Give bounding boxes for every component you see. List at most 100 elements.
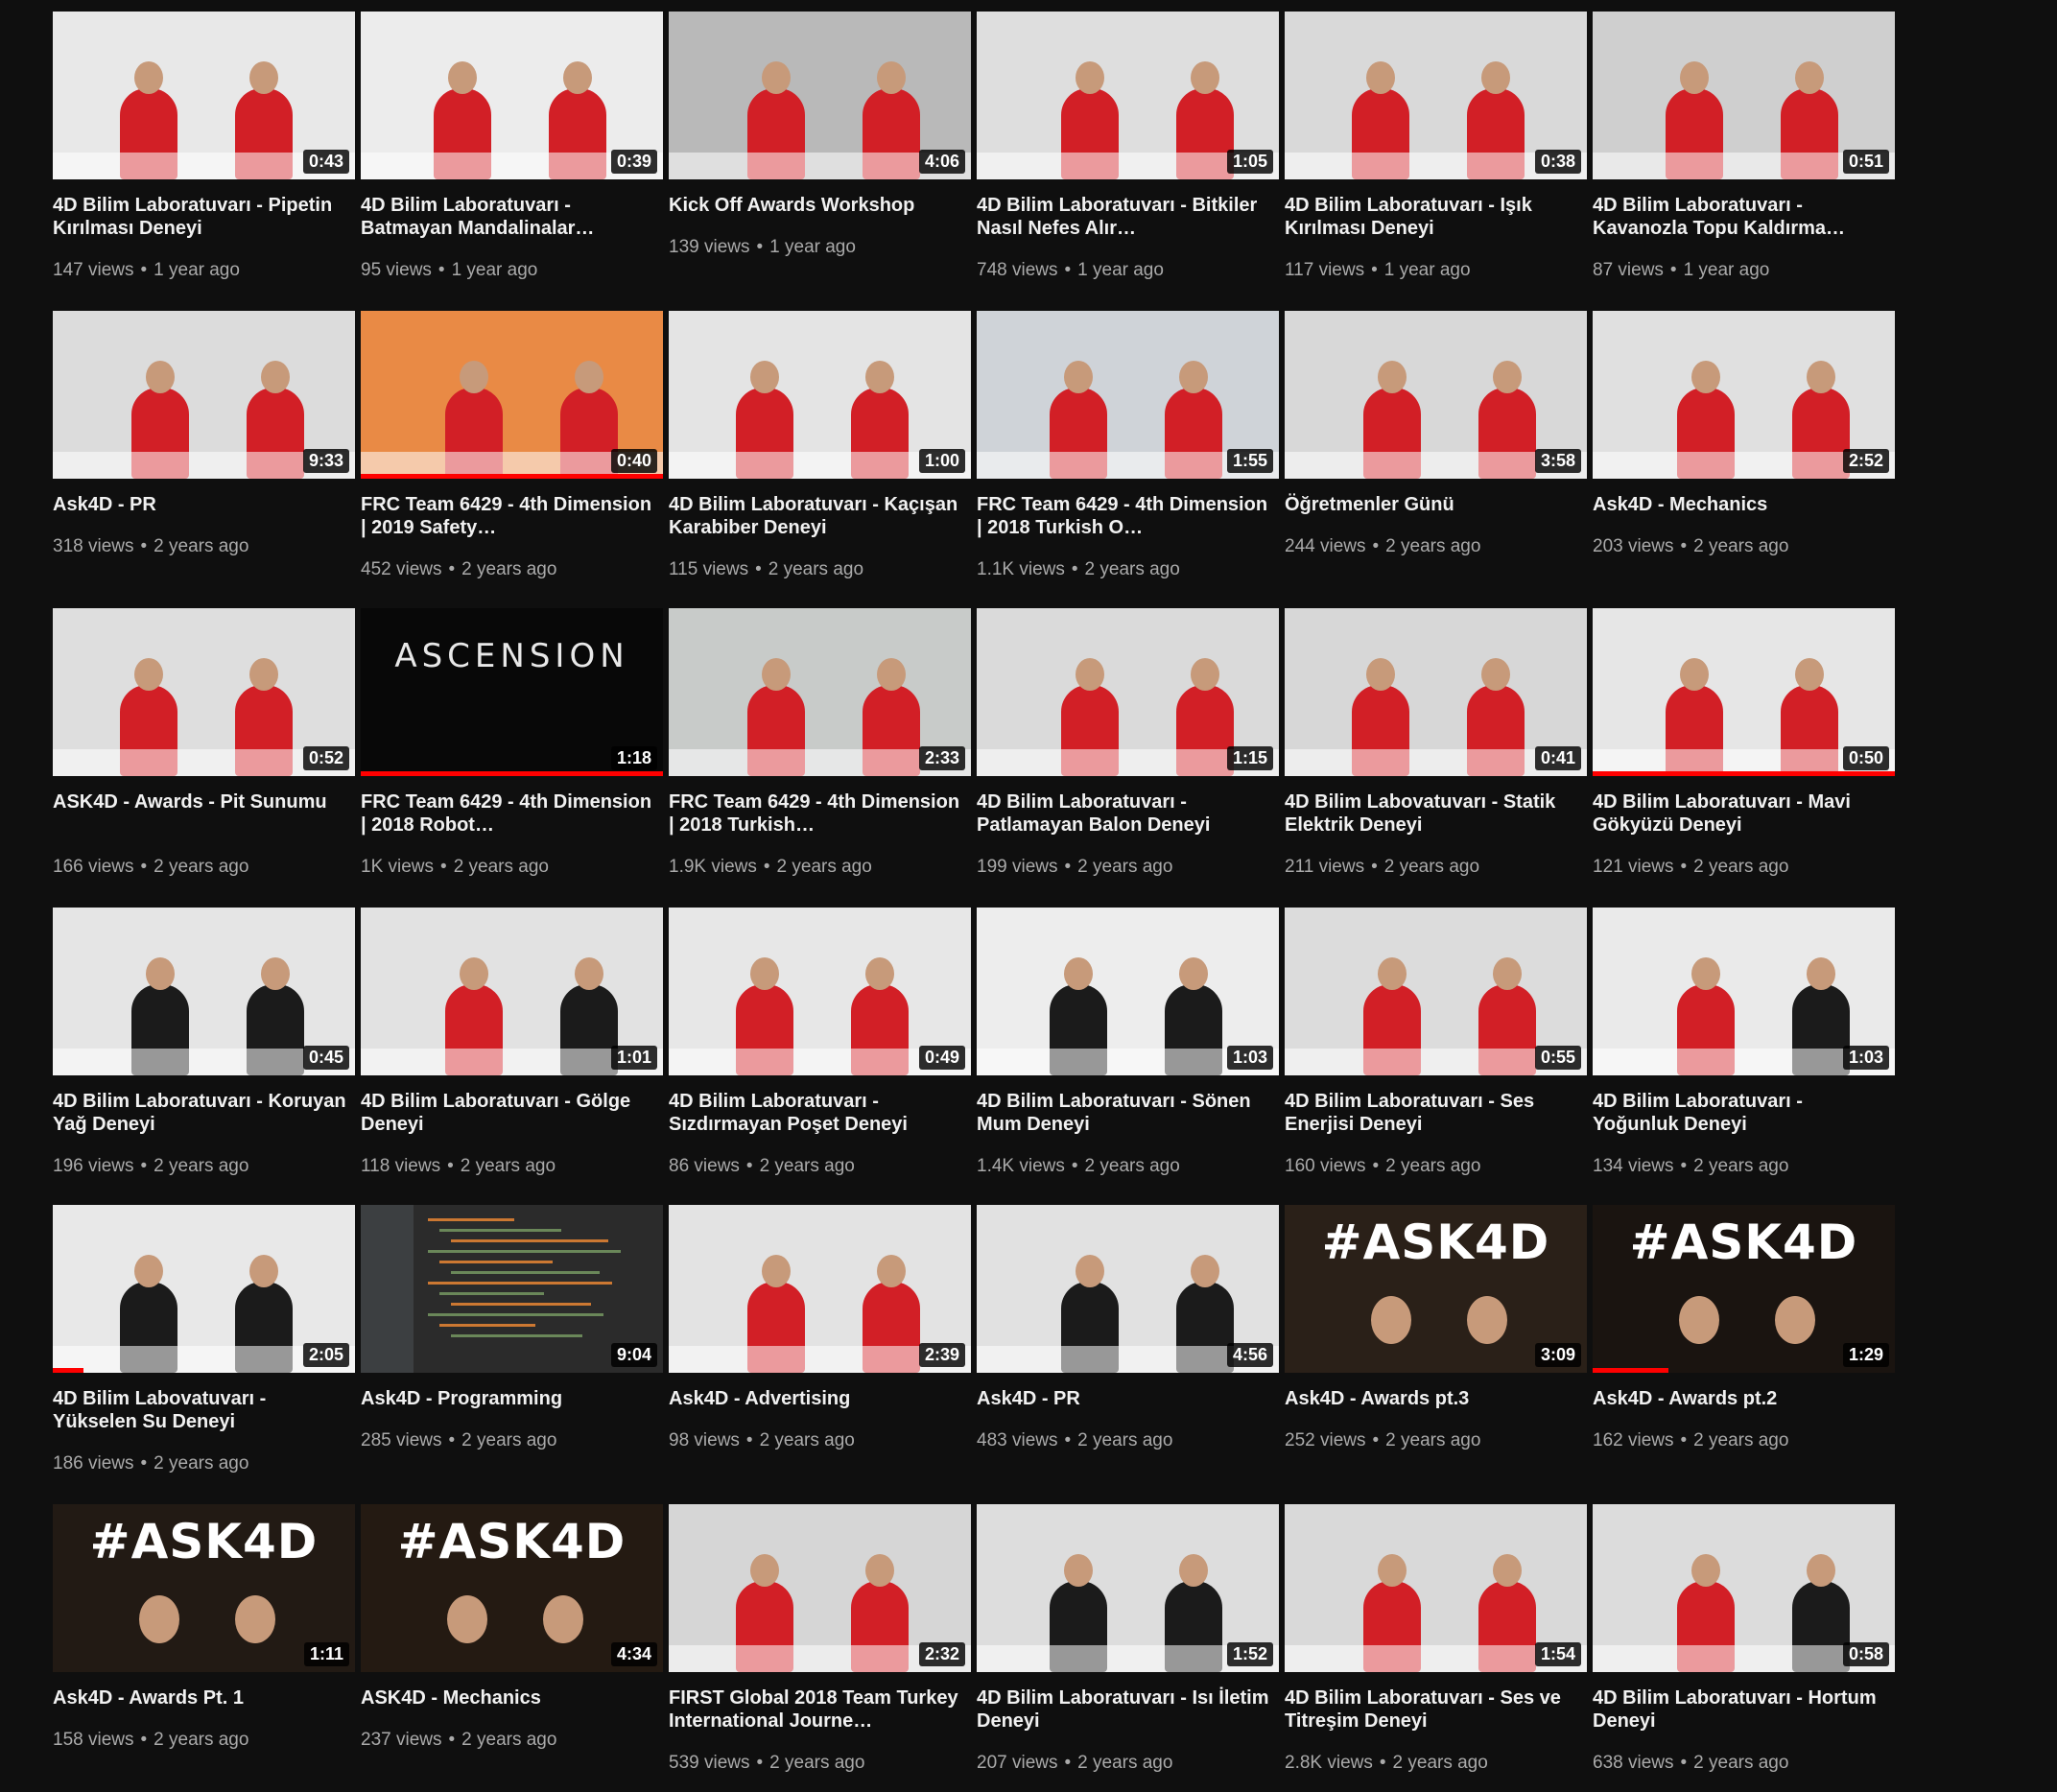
video-thumbnail[interactable]: 1:54 (1285, 1504, 1587, 1672)
video-card[interactable]: 3:58 Öğretmenler Günü 244 views • 2 years ag… (1285, 311, 1587, 599)
video-title[interactable]: FIRST Global 2018 Team Turkey Internatio… (669, 1686, 968, 1733)
video-card[interactable]: 0:58 4D Bilim Laboratuvarı - Hortum Deney… (1593, 1504, 1895, 1792)
video-title[interactable]: 4D Bilim Laboratuvarı - Işık Kırılması D… (1285, 194, 1584, 240)
video-title[interactable]: 4D Bilim Laboratuvarı - Ses ve Titreşim … (1285, 1686, 1584, 1733)
video-card[interactable]: 0:55 4D Bilim Laboratuvarı - Ses Enerjisi… (1285, 908, 1587, 1195)
video-card[interactable]: 9:04 Ask4D - Programming 285 views • 2 years… (361, 1205, 663, 1493)
video-thumbnail[interactable]: 3:58 (1285, 311, 1587, 479)
video-title[interactable]: 4D Bilim Laboratuvarı - Batmayan Mandali… (361, 194, 660, 240)
video-card[interactable]: 2:39 Ask4D - Advertising 98 views • 2 years … (669, 1205, 971, 1493)
video-title[interactable]: FRC Team 6429 - 4th Dimension | 2019 Saf… (361, 493, 660, 539)
video-thumbnail[interactable]: 2:52 (1593, 311, 1895, 479)
video-thumbnail[interactable]: #ASK4D 1:11 (53, 1504, 355, 1672)
video-card[interactable]: 0:38 4D Bilim Laboratuvarı - Işık Kırılma… (1285, 12, 1587, 299)
video-thumbnail[interactable]: 2:33 (669, 608, 971, 776)
video-title[interactable]: ASK4D - Mechanics (361, 1686, 660, 1709)
video-thumbnail[interactable]: 0:43 (53, 12, 355, 179)
video-title[interactable]: 4D Bilim Laboratuvarı - Gölge Deneyi (361, 1090, 660, 1136)
video-thumbnail[interactable]: 2:05 (53, 1205, 355, 1373)
video-title[interactable]: 4D Bilim Laboratuvarı - Mavi Gökyüzü Den… (1593, 790, 1892, 837)
video-thumbnail[interactable]: 0:38 (1285, 12, 1587, 179)
video-thumbnail[interactable]: 9:33 (53, 311, 355, 479)
video-thumbnail[interactable]: 1:15 (977, 608, 1279, 776)
video-title[interactable]: Kick Off Awards Workshop (669, 194, 968, 217)
video-card[interactable]: 2:52 Ask4D - Mechanics 203 views • 2 years a… (1593, 311, 1895, 599)
video-card[interactable]: 1:01 4D Bilim Laboratuvarı - Gölge Deneyi… (361, 908, 663, 1195)
video-thumbnail[interactable]: 9:04 (361, 1205, 663, 1373)
video-title[interactable]: Ask4D - Awards pt.3 (1285, 1387, 1584, 1410)
video-card[interactable]: 2:33 FRC Team 6429 - 4th Dimension | 2018… (669, 608, 971, 896)
video-thumbnail[interactable]: 0:40 (361, 311, 663, 479)
video-thumbnail[interactable]: 1:03 (1593, 908, 1895, 1075)
video-card[interactable]: 4:56 Ask4D - PR 483 views • 2 years ago (977, 1205, 1279, 1493)
video-thumbnail[interactable]: 1:52 (977, 1504, 1279, 1672)
video-title[interactable]: Ask4D - PR (53, 493, 352, 516)
video-title[interactable]: Ask4D - Advertising (669, 1387, 968, 1410)
video-card[interactable]: 1:03 4D Bilim Laboratuvarı - Yoğunluk Den… (1593, 908, 1895, 1195)
video-thumbnail[interactable]: #ASK4D 3:09 (1285, 1205, 1587, 1373)
video-card[interactable]: 1:03 4D Bilim Laboratuvarı - Sönen Mum De… (977, 908, 1279, 1195)
video-thumbnail[interactable]: 0:39 (361, 12, 663, 179)
video-card[interactable]: 0:41 4D Bilim Labovatuvarı - Statik Elekt… (1285, 608, 1587, 896)
video-card[interactable]: #ASK4D 1:11 Ask4D - Awards Pt. 1 158 views •… (53, 1504, 355, 1792)
video-thumbnail[interactable]: 0:58 (1593, 1504, 1895, 1672)
video-card[interactable]: 0:43 4D Bilim Laboratuvarı - Pipetin Kırı… (53, 12, 355, 299)
video-title[interactable]: 4D Bilim Labovatuvarı - Statik Elektrik … (1285, 790, 1584, 837)
video-title[interactable]: 4D Bilim Laboratuvarı - Sönen Mum Deneyi (977, 1090, 1276, 1136)
video-title[interactable]: 4D Bilim Laboratuvarı - Yoğunluk Deneyi (1593, 1090, 1892, 1136)
video-card[interactable]: 0:52 ASK4D - Awards - Pit Sunumu 166 views… (53, 608, 355, 896)
video-title[interactable]: ASK4D - Awards - Pit Sunumu (53, 790, 352, 813)
video-thumbnail[interactable]: 2:32 (669, 1504, 971, 1672)
video-title[interactable]: 4D Bilim Laboratuvarı - Pipetin Kırılmas… (53, 194, 352, 240)
video-title[interactable]: Ask4D - Mechanics (1593, 493, 1892, 516)
video-title[interactable]: FRC Team 6429 - 4th Dimension | 2018 Tur… (977, 493, 1276, 539)
video-thumbnail[interactable]: 4:06 (669, 12, 971, 179)
video-title[interactable]: Ask4D - PR (977, 1387, 1276, 1410)
video-card[interactable]: 1:52 4D Bilim Laboratuvarı - Isı İletim D… (977, 1504, 1279, 1792)
video-card[interactable]: 4:06 Kick Off Awards Workshop 139 views • 1 … (669, 12, 971, 299)
video-thumbnail[interactable]: 0:55 (1285, 908, 1587, 1075)
video-thumbnail[interactable]: 1:00 (669, 311, 971, 479)
video-thumbnail[interactable]: #ASK4D 4:34 (361, 1504, 663, 1672)
video-card[interactable]: #ASK4D 3:09 Ask4D - Awards pt.3 252 views • 2… (1285, 1205, 1587, 1493)
video-card[interactable]: 0:50 4D Bilim Laboratuvarı - Mavi Gökyüzü… (1593, 608, 1895, 896)
video-card[interactable]: 1:55 FRC Team 6429 - 4th Dimension | 2018… (977, 311, 1279, 599)
video-title[interactable]: FRC Team 6429 - 4th Dimension | 2018 Rob… (361, 790, 660, 837)
video-thumbnail[interactable]: 1:05 (977, 12, 1279, 179)
video-card[interactable]: 1:15 4D Bilim Laboratuvarı - Patlamayan B… (977, 608, 1279, 896)
video-card[interactable]: ASCENSION 1:18 FRC Team 6429 - 4th Dimensi… (361, 608, 663, 896)
video-card[interactable]: 1:00 4D Bilim Laboratuvarı - Kaçışan Kara… (669, 311, 971, 599)
video-thumbnail[interactable]: 0:45 (53, 908, 355, 1075)
video-title[interactable]: 4D Bilim Laboratuvarı - Ses Enerjisi Den… (1285, 1090, 1584, 1136)
video-title[interactable]: Ask4D - Awards pt.2 (1593, 1387, 1892, 1410)
video-title[interactable]: 4D Bilim Laboratuvarı - Kavanozla Topu K… (1593, 194, 1892, 240)
video-thumbnail[interactable]: 0:51 (1593, 12, 1895, 179)
video-card[interactable]: #ASK4D 1:29 Ask4D - Awards pt.2 162 views • 2… (1593, 1205, 1895, 1493)
video-thumbnail[interactable]: 1:03 (977, 908, 1279, 1075)
video-card[interactable]: 0:40 FRC Team 6429 - 4th Dimension | 2019… (361, 311, 663, 599)
video-card[interactable]: 0:45 4D Bilim Laboratuvarı - Koruyan Yağ … (53, 908, 355, 1195)
video-card[interactable]: 0:51 4D Bilim Laboratuvarı - Kavanozla To… (1593, 12, 1895, 299)
video-thumbnail[interactable]: 0:52 (53, 608, 355, 776)
video-title[interactable]: 4D Bilim Labovatuvarı - Yükselen Su Dene… (53, 1387, 352, 1433)
video-thumbnail[interactable]: 1:55 (977, 311, 1279, 479)
video-title[interactable]: 4D Bilim Laboratuvarı - Isı İletim Deney… (977, 1686, 1276, 1733)
video-card[interactable]: 0:39 4D Bilim Laboratuvarı - Batmayan Man… (361, 12, 663, 299)
video-title[interactable]: 4D Bilim Laboratuvarı - Hortum Deneyi (1593, 1686, 1892, 1733)
video-title[interactable]: Ask4D - Programming (361, 1387, 660, 1410)
video-title[interactable]: 4D Bilim Laboratuvarı - Patlamayan Balon… (977, 790, 1276, 837)
video-thumbnail[interactable]: 1:01 (361, 908, 663, 1075)
video-title[interactable]: 4D Bilim Laboratuvarı - Bitkiler Nasıl N… (977, 194, 1276, 240)
video-title[interactable]: FRC Team 6429 - 4th Dimension | 2018 Tur… (669, 790, 968, 837)
video-thumbnail[interactable]: 2:39 (669, 1205, 971, 1373)
video-thumbnail[interactable]: #ASK4D 1:29 (1593, 1205, 1895, 1373)
video-title[interactable]: 4D Bilim Laboratuvarı - Koruyan Yağ Dene… (53, 1090, 352, 1136)
video-card[interactable]: #ASK4D 4:34 ASK4D - Mechanics 237 views • 2 y… (361, 1504, 663, 1792)
video-thumbnail[interactable]: 0:50 (1593, 608, 1895, 776)
video-title[interactable]: 4D Bilim Laboratuvarı - Sızdırmayan Poşe… (669, 1090, 968, 1136)
video-card[interactable]: 9:33 Ask4D - PR 318 views • 2 years ago (53, 311, 355, 599)
video-thumbnail[interactable]: ASCENSION 1:18 (361, 608, 663, 776)
video-card[interactable]: 1:54 4D Bilim Laboratuvarı - Ses ve Titre… (1285, 1504, 1587, 1792)
video-thumbnail[interactable]: 0:49 (669, 908, 971, 1075)
video-title[interactable]: Ask4D - Awards Pt. 1 (53, 1686, 352, 1709)
